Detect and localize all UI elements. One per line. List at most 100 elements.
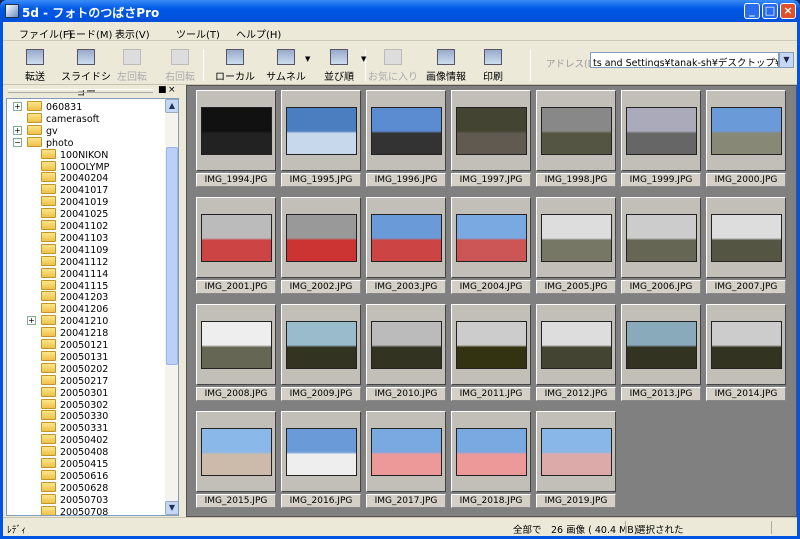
dropdown-arrow-icon[interactable]: ▼ (361, 55, 366, 63)
tree-node[interactable]: 20041112 (41, 255, 108, 268)
thumbnail-label[interactable]: IMG_2012.JPG (536, 387, 616, 401)
thumbnail-tile[interactable] (196, 197, 276, 278)
toolbar-button[interactable]: 転送 (11, 45, 59, 83)
thumbnail-tile[interactable] (451, 90, 531, 171)
tree-node[interactable]: 20041115 (41, 279, 108, 292)
thumbnail-label[interactable]: IMG_2019.JPG (536, 494, 616, 508)
tree-node[interactable]: photo (27, 136, 73, 149)
tree-node[interactable]: 20041203 (41, 291, 108, 303)
thumbnail-tile[interactable] (621, 304, 701, 385)
tree-node[interactable]: 20050121 (41, 339, 108, 351)
scroll-thumb[interactable] (166, 147, 178, 365)
thumbnail-label[interactable]: IMG_2000.JPG (706, 173, 786, 187)
menu-item[interactable]: ファイル(F) (19, 26, 73, 41)
thumbnail-tile[interactable] (281, 90, 361, 171)
thumbnail-tile[interactable] (196, 411, 276, 492)
tree-node[interactable]: 20050616 (41, 469, 108, 482)
thumbnail-image[interactable] (711, 214, 782, 262)
thumbnail-tile[interactable] (366, 411, 446, 492)
thumbnail-tile[interactable] (536, 197, 616, 278)
thumbnail-image[interactable] (541, 214, 612, 262)
thumbnail-image[interactable] (456, 107, 527, 155)
thumbnail-tile[interactable] (536, 90, 616, 171)
thumbnail-label[interactable]: IMG_2015.JPG (196, 494, 276, 508)
thumbnail-label[interactable]: IMG_2008.JPG (196, 387, 276, 401)
thumbnail-image[interactable] (371, 321, 442, 369)
thumbnail-label[interactable]: IMG_2017.JPG (366, 494, 446, 508)
expand-toggle-icon[interactable]: + (13, 125, 22, 135)
tree-node[interactable]: 20050402 (41, 434, 108, 446)
thumbnail-image[interactable] (456, 214, 527, 262)
thumbnail-image[interactable] (201, 107, 272, 155)
tree-node[interactable]: 20041206 (41, 303, 108, 315)
thumbnail-image[interactable] (286, 107, 357, 155)
thumbnail-image[interactable] (541, 107, 612, 155)
tree-node[interactable]: 20050301 (41, 386, 108, 399)
thumbnail-tile[interactable] (621, 90, 701, 171)
toolbar-button[interactable]: 右回転 (158, 45, 202, 83)
menu-item[interactable]: ヘルプ(H) (236, 26, 281, 41)
tree-node[interactable]: 20041102 (41, 220, 108, 232)
tree-node[interactable]: 20041114 (41, 267, 108, 280)
thumbnail-image[interactable] (286, 321, 357, 369)
tree-node[interactable]: 20050202 (41, 362, 108, 375)
menu-item[interactable]: ツール(T) (176, 26, 220, 41)
tree-node[interactable]: 100OLYMP (41, 160, 109, 173)
tree-scrollbar[interactable]: ▲ ▼ (165, 99, 178, 515)
thumbnail-image[interactable] (711, 321, 782, 369)
thumbnail-label[interactable]: IMG_2004.JPG (451, 280, 531, 294)
menu-item[interactable]: 表示(V) (115, 26, 150, 41)
tree-node[interactable]: 20050331 (41, 422, 108, 434)
thumbnail-image[interactable] (371, 107, 442, 155)
thumbnail-label[interactable]: IMG_2006.JPG (621, 280, 701, 294)
thumbnail-label[interactable]: IMG_1994.JPG (196, 173, 276, 187)
thumbnail-image[interactable] (371, 428, 442, 476)
thumbnail-label[interactable]: IMG_2011.JPG (451, 387, 531, 401)
thumbnail-label[interactable]: IMG_2016.JPG (281, 494, 361, 508)
scroll-up-icon[interactable]: ▲ (165, 99, 178, 113)
thumbnail-image[interactable] (201, 214, 272, 262)
thumbnail-label[interactable]: IMG_2010.JPG (366, 387, 446, 401)
tree-node[interactable]: 20041109 (41, 243, 108, 256)
tree-node[interactable]: 20041019 (41, 196, 108, 208)
thumbnail-image[interactable] (626, 107, 697, 155)
expand-toggle-icon[interactable]: + (13, 102, 22, 111)
tree-node[interactable]: 20050302 (41, 398, 108, 411)
tree-node[interactable]: 100NIKON (41, 148, 108, 161)
thumbnail-tile[interactable] (706, 197, 786, 278)
thumbnail-image[interactable] (371, 214, 442, 262)
tree-node[interactable]: 20050628 (41, 481, 108, 494)
thumbnail-tile[interactable] (706, 304, 786, 385)
thumbnail-label[interactable]: IMG_1995.JPG (281, 173, 361, 187)
thumbnail-tile[interactable] (706, 90, 786, 171)
thumbnail-tile[interactable] (196, 90, 276, 171)
panel-float-icon[interactable]: ■ (158, 85, 167, 95)
expand-toggle-icon[interactable]: + (27, 316, 36, 326)
tree-node[interactable]: 20050330 (41, 410, 108, 422)
tree-node[interactable]: 20050131 (41, 350, 108, 363)
thumbnail-tile[interactable] (536, 304, 616, 385)
expand-toggle-icon[interactable]: − (13, 137, 22, 147)
thumbnail-image[interactable] (201, 428, 272, 476)
thumbnail-image[interactable] (201, 321, 272, 369)
tree-node[interactable]: 20041103 (41, 231, 108, 244)
tree-node[interactable]: 20041218 (41, 327, 108, 339)
tree-node[interactable]: 20050703 (41, 493, 108, 506)
close-button[interactable]: × (780, 3, 796, 19)
thumbnail-image[interactable] (541, 321, 612, 369)
toolbar-button[interactable]: お気に入り (368, 45, 418, 83)
dropdown-arrow-icon[interactable]: ▼ (305, 55, 310, 63)
thumbnail-tile[interactable] (366, 197, 446, 278)
thumbnail-tile[interactable] (196, 304, 276, 385)
thumbnail-tile[interactable] (281, 411, 361, 492)
address-input[interactable]: ts and Settings¥tanak-sh¥デスクトップ¥photo¥5d (590, 52, 779, 68)
toolbar-button[interactable]: 印刷 (473, 45, 513, 83)
thumbnail-label[interactable]: IMG_2007.JPG (706, 280, 786, 294)
tree-node[interactable]: 20040204 (41, 172, 108, 184)
thumbnail-tile[interactable] (451, 411, 531, 492)
thumbnail-tile[interactable] (366, 90, 446, 171)
thumbnail-image[interactable] (711, 107, 782, 155)
thumbnail-tile[interactable] (366, 304, 446, 385)
thumbnail-tile[interactable] (451, 304, 531, 385)
address-dropdown-chevron-icon[interactable]: ▼ (779, 52, 794, 68)
